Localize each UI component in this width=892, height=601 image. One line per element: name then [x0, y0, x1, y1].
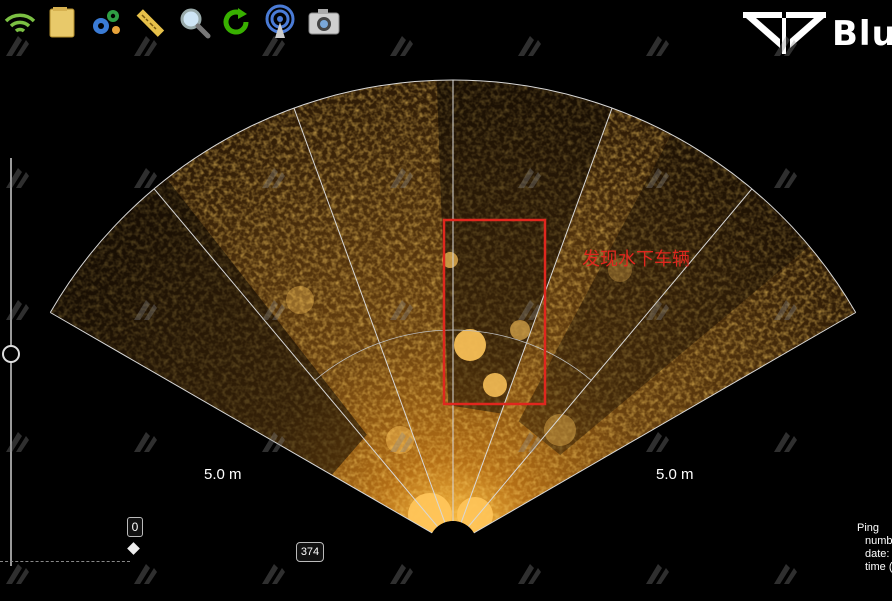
watermark-icon	[768, 558, 802, 592]
gain-slider[interactable]	[0, 158, 24, 568]
watermark-icon	[128, 426, 162, 460]
echo-return	[286, 286, 314, 314]
range-label-left: 5.0 m	[204, 466, 242, 483]
watermark-icon	[640, 162, 674, 196]
watermark-icon	[128, 558, 162, 592]
ping-info: Ping numb date: time (	[857, 522, 892, 574]
brand-logo: Blue	[740, 6, 892, 56]
watermark-icon	[0, 558, 34, 592]
watermark-icon	[640, 558, 674, 592]
watermark-icon	[384, 426, 418, 460]
watermark-icon	[128, 30, 162, 64]
refresh-icon[interactable]	[218, 4, 254, 40]
watermark-icon	[256, 426, 290, 460]
watermark-icon	[384, 30, 418, 64]
zero-label: 0	[127, 517, 143, 537]
camera-icon[interactable]	[306, 4, 342, 40]
ping-count-badge[interactable]: 374	[296, 542, 324, 562]
ping-time-label: time (	[865, 561, 892, 573]
watermark-icon	[768, 30, 802, 64]
watermark-icon	[0, 30, 34, 64]
watermark-icon	[512, 162, 546, 196]
ping-date-label: date:	[865, 548, 890, 560]
watermark-icon	[384, 558, 418, 592]
watermark-icon	[0, 426, 34, 460]
watermark-icon	[256, 30, 290, 64]
watermark-icon	[256, 294, 290, 328]
watermark-icon	[512, 294, 546, 328]
watermark-icon	[384, 294, 418, 328]
slider-thumb[interactable]	[2, 345, 20, 363]
echo-return	[483, 373, 507, 397]
magnifier-icon[interactable]	[176, 4, 212, 40]
watermark-icon	[512, 426, 546, 460]
watermark-icon	[640, 30, 674, 64]
watermark-icon	[768, 162, 802, 196]
watermark-icon	[640, 426, 674, 460]
folder-icon[interactable]	[44, 4, 80, 40]
watermark-icon	[256, 558, 290, 592]
watermark-icon	[0, 294, 34, 328]
range-label-right: 5.0 m	[656, 466, 694, 483]
watermark-icon	[512, 30, 546, 64]
echo-return	[544, 414, 576, 446]
watermark-icon	[768, 426, 802, 460]
ping-number-label: numb	[865, 535, 892, 547]
watermark-icon	[384, 162, 418, 196]
gears-icon[interactable]	[88, 4, 124, 40]
watermark-icon	[128, 294, 162, 328]
watermark-icon	[0, 162, 34, 196]
brand-text: Blue	[832, 14, 892, 54]
watermark-icon	[768, 294, 802, 328]
echo-return	[454, 329, 486, 361]
watermark-icon	[512, 558, 546, 592]
ping-heading: Ping	[857, 522, 880, 534]
toolbar	[0, 0, 360, 44]
detection-annotation: 发现水下车辆	[582, 249, 690, 269]
watermark-icon	[256, 162, 290, 196]
watermark-icon	[640, 294, 674, 328]
watermark-icon	[128, 162, 162, 196]
